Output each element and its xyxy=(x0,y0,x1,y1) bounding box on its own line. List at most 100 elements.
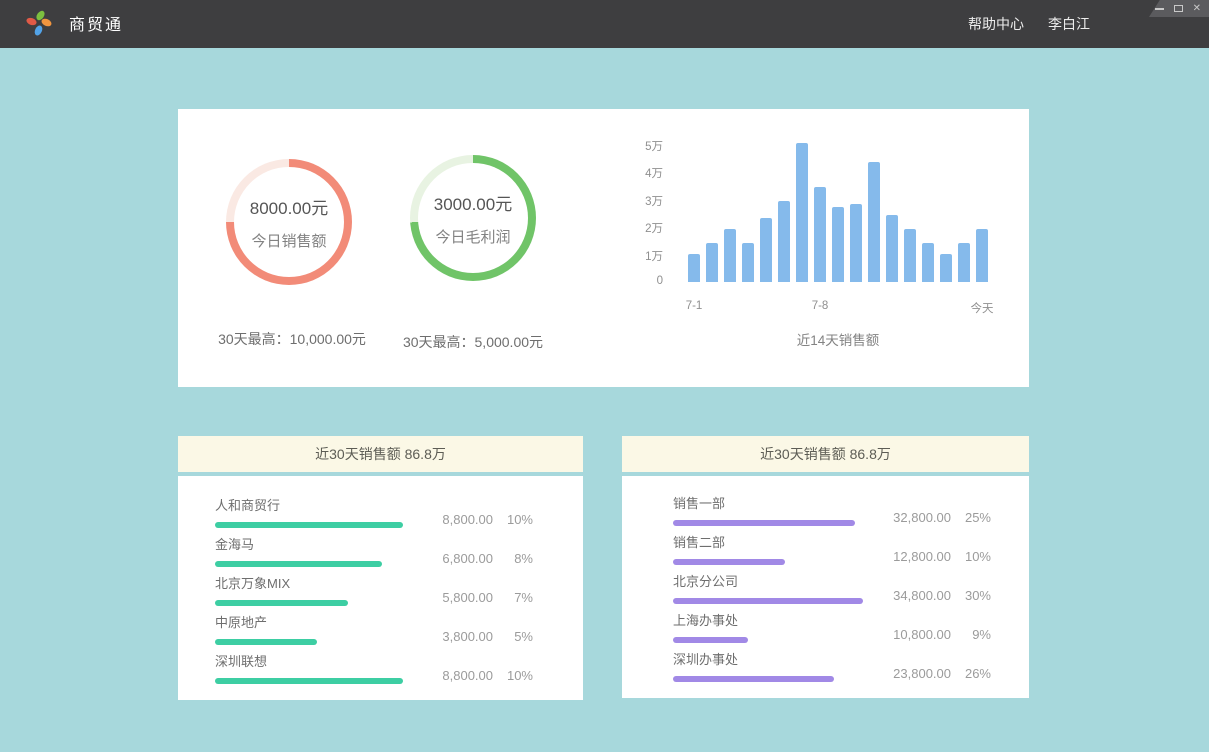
customer-name: 深圳联想 xyxy=(215,651,419,670)
minimize-icon[interactable] xyxy=(1155,8,1164,10)
chart-caption: 近14天销售额 xyxy=(688,329,988,349)
pinwheel-logo-icon xyxy=(26,10,52,36)
card-header: 近30天销售额 86.8万 xyxy=(622,436,1029,472)
help-center-link[interactable]: 帮助中心 xyxy=(968,14,1024,34)
customer-name: 金海马 xyxy=(215,534,419,553)
progress-bar xyxy=(673,637,748,643)
card-body: 销售一部 32,800.00 25% 销售二部 12,800.00 10% 北京… xyxy=(622,476,1029,698)
list-item: 北京分公司 34,800.00 30% xyxy=(673,566,991,604)
amount: 3,800.00 xyxy=(419,629,493,644)
list-item: 金海马 6,800.00 8% xyxy=(215,529,533,567)
department-name: 北京分公司 xyxy=(673,571,877,590)
percent: 26% xyxy=(951,666,991,681)
list-item: 深圳办事处 23,800.00 26% xyxy=(673,644,991,682)
progress-bar xyxy=(215,678,403,684)
profit-30d-max-caption: 30天最高：5,000.00元 xyxy=(353,332,593,352)
customer-rank-card: 近30天销售额 86.8万 人和商贸行 8,800.00 10% 金海马 6,8… xyxy=(178,436,583,700)
progress-bar xyxy=(673,676,834,682)
chart-bar xyxy=(868,162,880,282)
chart-y-tick: 0 xyxy=(657,275,663,287)
percent: 10% xyxy=(951,549,991,564)
chart-bar xyxy=(778,201,790,282)
card-header: 近30天销售额 86.8万 xyxy=(178,436,583,472)
chart-bar xyxy=(832,207,844,282)
list-item: 中原地产 3,800.00 5% xyxy=(215,607,533,645)
amount: 5,800.00 xyxy=(419,590,493,605)
amount: 23,800.00 xyxy=(877,666,951,681)
chart-bar xyxy=(940,254,952,282)
department-name: 深圳办事处 xyxy=(673,649,877,668)
user-menu[interactable]: 李白江 xyxy=(1048,14,1090,34)
progress-bar xyxy=(673,559,785,565)
today-sales-donut: 8000.00元 今日销售额 xyxy=(226,159,352,285)
percent: 10% xyxy=(493,668,533,683)
progress-bar xyxy=(673,520,855,526)
progress-bar xyxy=(673,598,863,604)
chart-bar xyxy=(976,229,988,282)
department-name: 上海办事处 xyxy=(673,610,877,629)
close-icon[interactable]: ✕ xyxy=(1193,4,1201,14)
chart-x-tick: 7-8 xyxy=(803,300,837,312)
chart-bar xyxy=(904,229,916,282)
progress-bar xyxy=(215,561,382,567)
chart-bar xyxy=(742,243,754,282)
percent: 30% xyxy=(951,588,991,603)
chart-bar xyxy=(796,143,808,282)
today-profit-label: 今日毛利润 xyxy=(435,226,510,247)
amount: 6,800.00 xyxy=(419,551,493,566)
percent: 7% xyxy=(493,590,533,605)
percent: 8% xyxy=(493,551,533,566)
chart-bar xyxy=(760,218,772,282)
chart-bar xyxy=(922,243,934,282)
donut-hole: 3000.00元 今日毛利润 xyxy=(418,163,528,273)
brand: 商贸通 xyxy=(26,10,123,36)
overview-card: 8000.00元 今日销售额 3000.00元 今日毛利润 30天最高：10,0… xyxy=(178,109,1029,387)
customer-name: 北京万象MIX xyxy=(215,573,419,592)
department-name: 销售一部 xyxy=(673,493,877,512)
chart-bar xyxy=(814,187,826,282)
titlebar: 商贸通 帮助中心 李白江 ✕ xyxy=(0,0,1209,48)
chart-y-tick: 5万 xyxy=(645,138,663,154)
list-item: 北京万象MIX 5,800.00 7% xyxy=(215,568,533,606)
department-name: 销售二部 xyxy=(673,532,877,551)
chart-bars xyxy=(688,143,988,282)
maximize-icon[interactable] xyxy=(1174,5,1183,12)
percent: 10% xyxy=(493,512,533,527)
window-controls: ✕ xyxy=(1149,0,1209,17)
list-item: 人和商贸行 8,800.00 10% xyxy=(215,490,533,528)
today-profit-donut: 3000.00元 今日毛利润 xyxy=(410,155,536,281)
today-sales-value: 8000.00元 xyxy=(250,194,328,219)
chart-bar xyxy=(688,254,700,282)
today-sales-label: 今日销售额 xyxy=(251,230,326,251)
amount: 10,800.00 xyxy=(877,627,951,642)
chart-x-tick: 今天 xyxy=(965,300,999,316)
amount: 8,800.00 xyxy=(419,512,493,527)
chart-bar xyxy=(850,204,862,282)
percent: 5% xyxy=(493,629,533,644)
list-item: 销售一部 32,800.00 25% xyxy=(673,488,991,526)
chart-y-axis: 5万 4万 3万 2万 1万 0 xyxy=(578,138,663,303)
amount: 34,800.00 xyxy=(877,588,951,603)
app-title: 商贸通 xyxy=(69,11,123,35)
chart-y-tick: 3万 xyxy=(645,193,663,209)
chart-y-tick: 1万 xyxy=(645,248,663,264)
percent: 25% xyxy=(951,510,991,525)
percent: 9% xyxy=(951,627,991,642)
card-body: 人和商贸行 8,800.00 10% 金海马 6,800.00 8% 北京万象M… xyxy=(178,476,583,700)
chart-x-tick: 7-1 xyxy=(677,300,711,312)
titlebar-right: 帮助中心 李白江 xyxy=(968,0,1090,48)
department-rank-card: 近30天销售额 86.8万 销售一部 32,800.00 25% 销售二部 12… xyxy=(622,436,1029,698)
customer-name: 中原地产 xyxy=(215,612,419,631)
chart-bar xyxy=(724,229,736,282)
chart-bar xyxy=(958,243,970,282)
progress-bar xyxy=(215,522,403,528)
donut-hole: 8000.00元 今日销售额 xyxy=(234,167,344,277)
list-item: 深圳联想 8,800.00 10% xyxy=(215,646,533,684)
chart-y-tick: 2万 xyxy=(645,220,663,236)
chart-bar xyxy=(706,243,718,282)
progress-bar xyxy=(215,639,317,645)
list-item: 销售二部 12,800.00 10% xyxy=(673,527,991,565)
chart-y-tick: 4万 xyxy=(645,165,663,181)
today-profit-value: 3000.00元 xyxy=(434,190,512,215)
customer-name: 人和商贸行 xyxy=(215,495,419,514)
